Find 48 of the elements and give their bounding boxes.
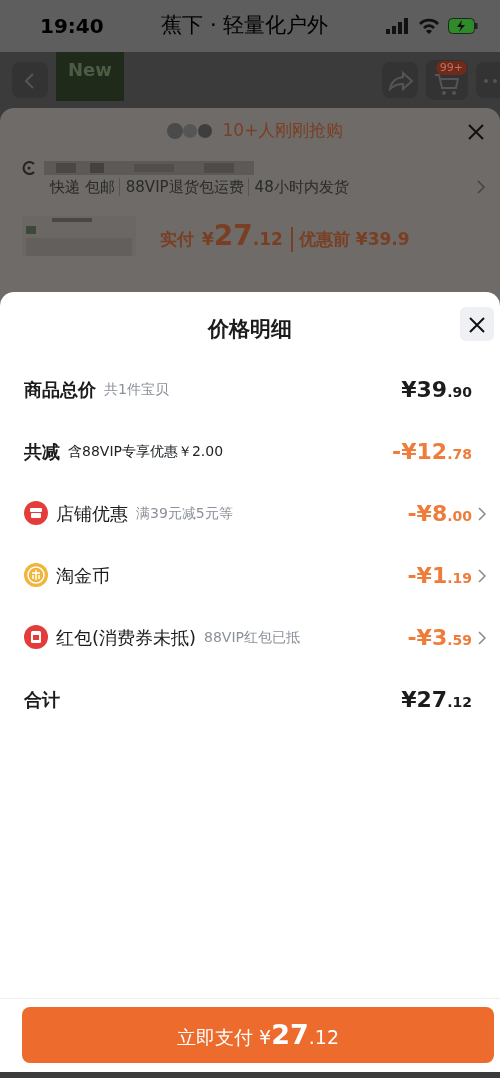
shop-icon (24, 501, 48, 525)
amount: ¥27.12 (401, 685, 472, 714)
price-row[interactable]: 店铺优惠 满39元减5元等 -¥8.00 (0, 482, 500, 544)
row-note: 共1件宝贝 (104, 379, 169, 399)
share-icon (388, 70, 414, 91)
wifi-icon (418, 18, 440, 34)
row-label: 共减 (24, 439, 60, 464)
chevron-right-icon[interactable] (478, 568, 486, 583)
row-label: 店铺优惠 (56, 501, 128, 526)
cart-badge: 99+ (435, 61, 467, 75)
row-note: 含88VIP专享优惠￥2.00 (68, 441, 224, 461)
chevron-right-icon[interactable] (478, 506, 486, 521)
chevron-right-icon[interactable] (476, 179, 486, 196)
close-icon (467, 122, 485, 141)
share-button[interactable] (382, 62, 418, 98)
paid-label: 实付 (160, 227, 194, 251)
amount: -¥3.59 (407, 623, 472, 652)
amount: -¥8.00 (407, 499, 472, 528)
status-time: 19:40 (40, 13, 104, 40)
location-icon (22, 160, 36, 176)
row-label: 红包(消费券未抵) (56, 625, 197, 650)
signal-icon (386, 18, 410, 34)
row-note: 满39元减5元等 (136, 503, 233, 523)
price-row[interactable]: 红包(消费券未抵) 88VIP红包已抵 -¥3.59 (0, 606, 500, 668)
coin-icon (24, 563, 48, 587)
battery-icon (448, 18, 478, 34)
close-button[interactable] (460, 307, 494, 341)
sheet-title: 价格明细 (206, 316, 293, 343)
amount: -¥12.78 (392, 437, 472, 466)
app-title: 蕉下 · 轻量化户外 (161, 12, 329, 40)
close-icon (468, 315, 486, 334)
avatar-icon (164, 121, 215, 141)
cart-icon (434, 71, 460, 96)
paid-price: ¥27.12 (202, 217, 283, 254)
amount: ¥39.90 (401, 375, 472, 404)
price-row[interactable]: 淘金币 -¥1.19 (0, 544, 500, 606)
more-icon (482, 77, 498, 84)
chevron-right-icon[interactable] (478, 630, 486, 645)
service-tags: 快递 包邮 88VIP退货包运费 48小时内发货 (50, 176, 349, 199)
envelope-icon (24, 625, 48, 649)
row-label: 合计 (24, 687, 60, 712)
row-label: 商品总价 (24, 377, 96, 402)
amount: -¥1.19 (407, 561, 472, 590)
row-note: 88VIP红包已抵 (204, 627, 300, 647)
row-label: 淘金币 (56, 563, 110, 588)
original-price: 优惠前 ¥39.9 (290, 226, 410, 252)
buyers-text: 10+人刚刚抢购 (222, 119, 344, 143)
chevron-left-icon (23, 71, 37, 90)
